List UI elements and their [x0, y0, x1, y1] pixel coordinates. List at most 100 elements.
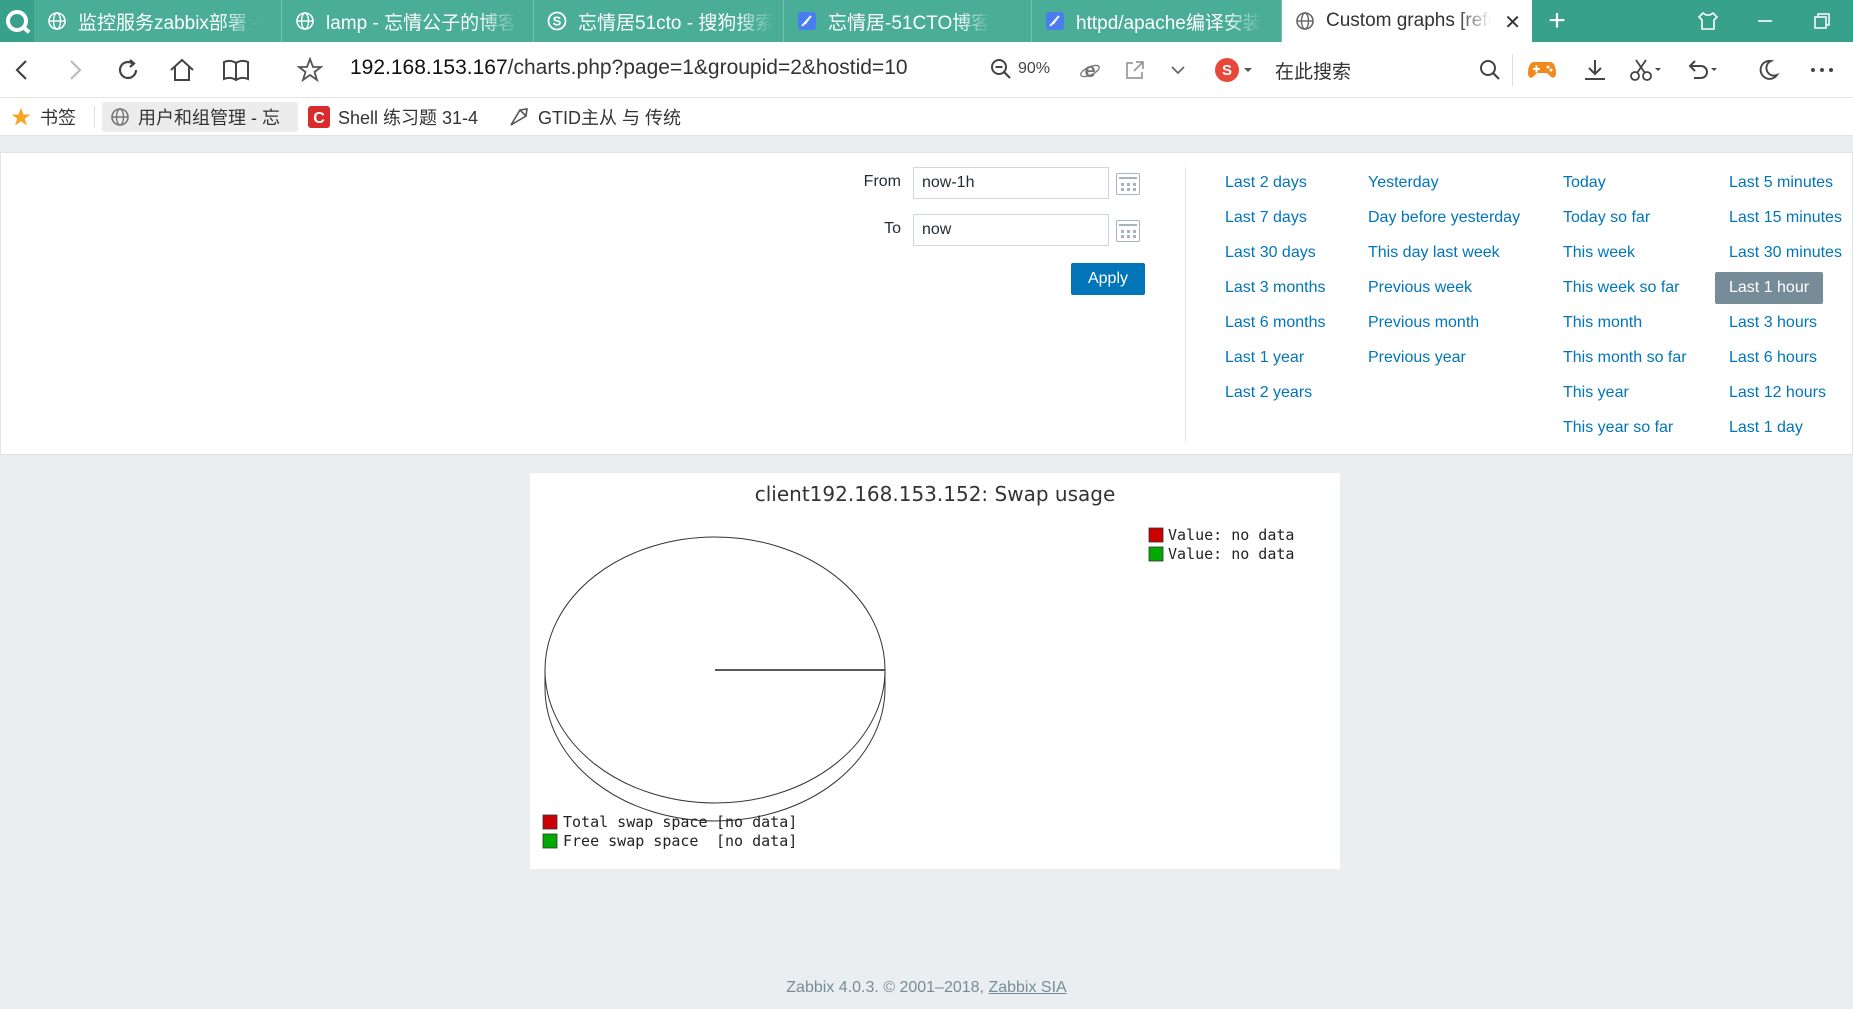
chevron-down-icon	[1244, 68, 1252, 72]
ie-compat-icon[interactable]: e	[1070, 50, 1110, 90]
star-icon	[10, 106, 32, 128]
bookmark-star-icon[interactable]	[290, 50, 330, 90]
quick-range-day-before-yesterday[interactable]: Day before yesterday	[1368, 202, 1520, 234]
quick-range-this-year[interactable]: This year	[1563, 377, 1629, 409]
globe-icon	[294, 10, 316, 32]
quick-range-last-12-hours[interactable]: Last 12 hours	[1729, 377, 1826, 409]
close-tab-icon[interactable]: ✕	[1504, 10, 1521, 35]
quick-range-this-month[interactable]: This month	[1563, 307, 1642, 339]
legend-top-swatch-1	[1148, 527, 1164, 543]
to-input[interactable]	[913, 214, 1109, 246]
scissors-icon[interactable]	[1626, 50, 1666, 90]
calendar-icon[interactable]	[1116, 220, 1140, 242]
browser-tab-bar: 监控服务zabbix部署 - lamp - 忘情公子的博客 S 忘情居51cto…	[0, 0, 1853, 42]
sogou-icon: S	[546, 10, 568, 32]
chevron-down-icon[interactable]	[1158, 50, 1198, 90]
night-mode-icon[interactable]	[1748, 50, 1788, 90]
quick-range-last-1-day[interactable]: Last 1 day	[1729, 412, 1803, 444]
legend-top-swatch-2	[1148, 546, 1164, 562]
from-input[interactable]	[913, 167, 1109, 199]
quick-range-this-year-so-far[interactable]: This year so far	[1563, 412, 1673, 444]
browser-logo-icon[interactable]	[0, 0, 34, 42]
pie-chart: client192.168.153.152: Swap usage Value:…	[542, 482, 1294, 850]
zabbix-page: From To Apply Last 2 daysLast 7 daysLast…	[0, 137, 1853, 1009]
bookmark-label: 用户和组管理 - 忘	[138, 108, 280, 128]
calendar-icon[interactable]	[1116, 173, 1140, 195]
restore-icon[interactable]	[1797, 0, 1847, 42]
quick-range-last-30-minutes[interactable]: Last 30 minutes	[1729, 237, 1842, 269]
quick-range-last-7-days[interactable]: Last 7 days	[1225, 202, 1307, 234]
quick-range-last-2-years[interactable]: Last 2 years	[1225, 377, 1312, 409]
footer-text: Zabbix 4.0.3. © 2001–2018,	[786, 979, 989, 996]
new-tab-label: +	[1548, 4, 1566, 37]
search-placeholder: 在此搜索	[1275, 61, 1352, 83]
quick-range-this-month-so-far[interactable]: This month so far	[1563, 342, 1687, 374]
home-icon[interactable]	[162, 50, 202, 90]
zabbix-sia-link[interactable]: Zabbix SIA	[988, 979, 1066, 996]
quick-range-this-week-so-far[interactable]: This week so far	[1563, 272, 1679, 304]
to-label: To	[884, 220, 901, 237]
quick-range-last-3-months[interactable]: Last 3 months	[1225, 272, 1326, 304]
tab-label: lamp - 忘情公子的博客	[326, 12, 518, 34]
game-controller-icon[interactable]	[1522, 50, 1562, 90]
bookmark-gtid[interactable]: GTID主从 与 传统	[500, 102, 690, 132]
zoom-indicator[interactable]: 90%	[990, 58, 1050, 80]
legend-free-swap-name: Free swap space	[563, 832, 698, 850]
svg-text:C: C	[313, 110, 325, 127]
quick-range-last-3-hours[interactable]: Last 3 hours	[1729, 307, 1817, 339]
from-label: From	[863, 173, 901, 190]
bookmark-divider	[94, 106, 95, 128]
tab-sogou-search[interactable]: S 忘情居51cto - 搜狗搜索	[534, 0, 784, 42]
search-icon[interactable]	[1470, 50, 1510, 90]
download-icon[interactable]	[1575, 50, 1615, 90]
quick-range-today-so-far[interactable]: Today so far	[1563, 202, 1650, 234]
bookmark-shell[interactable]: C Shell 练习题 31-4	[300, 102, 490, 132]
minimize-icon[interactable]	[1740, 0, 1790, 42]
apply-button[interactable]: Apply	[1071, 263, 1145, 295]
tab-label: 忘情居-51CTO博客	[828, 12, 991, 34]
tab-zabbix-deploy[interactable]: 监控服务zabbix部署 -	[34, 0, 282, 42]
url-input[interactable]: 192.168.153.167/charts.php?page=1&groupi…	[350, 56, 960, 84]
skin-icon[interactable]	[1683, 0, 1733, 42]
footer: Zabbix 4.0.3. © 2001–2018, Zabbix SIA	[0, 979, 1853, 997]
back-icon[interactable]	[2, 50, 42, 90]
globe-icon	[46, 10, 68, 32]
toolbar-divider	[1512, 54, 1513, 86]
quick-range-last-1-hour[interactable]: Last 1 hour	[1715, 272, 1824, 304]
tab-51cto-blog[interactable]: 忘情居-51CTO博客	[784, 0, 1032, 42]
quill-icon	[508, 106, 530, 128]
tab-label: 忘情居51cto - 搜狗搜索	[578, 12, 775, 34]
quick-range-last-15-minutes[interactable]: Last 15 minutes	[1729, 202, 1842, 234]
csdn-icon: C	[308, 106, 330, 128]
new-tab-button[interactable]: +	[1532, 0, 1582, 42]
quick-range-previous-month[interactable]: Previous month	[1368, 307, 1479, 339]
sogou-icon: S	[1215, 58, 1239, 82]
legend-top-label-2: Value: no data	[1168, 545, 1294, 563]
refresh-icon[interactable]	[108, 50, 148, 90]
forward-icon[interactable]	[55, 50, 95, 90]
quick-range-last-6-months[interactable]: Last 6 months	[1225, 307, 1326, 339]
quick-range-last-1-year[interactable]: Last 1 year	[1225, 342, 1304, 374]
more-menu-icon[interactable]	[1802, 50, 1842, 90]
bookmark-label: Shell 练习题 31-4	[338, 108, 479, 128]
quick-range-previous-year[interactable]: Previous year	[1368, 342, 1466, 374]
quick-range-this-week[interactable]: This week	[1563, 237, 1635, 269]
bookmark-folder[interactable]: 书签	[2, 102, 92, 132]
quick-range-last-6-hours[interactable]: Last 6 hours	[1729, 342, 1817, 374]
tab-httpd-apache[interactable]: httpd/apache编译安装	[1032, 0, 1282, 42]
quick-range-yesterday[interactable]: Yesterday	[1368, 167, 1439, 199]
bookmark-user-group[interactable]: 用户和组管理 - 忘	[102, 102, 298, 132]
quick-range-last-30-days[interactable]: Last 30 days	[1225, 237, 1316, 269]
quick-range-today[interactable]: Today	[1563, 167, 1606, 199]
reading-mode-icon[interactable]	[216, 50, 256, 90]
share-icon[interactable]	[1115, 50, 1155, 90]
tab-lamp[interactable]: lamp - 忘情公子的博客	[282, 0, 534, 42]
quick-range-previous-week[interactable]: Previous week	[1368, 272, 1472, 304]
legend-free-swap-value: [no data]	[716, 832, 797, 850]
tab-custom-graphs[interactable]: Custom graphs [refreshed ✕	[1282, 0, 1532, 42]
quick-range-this-day-last-week[interactable]: This day last week	[1368, 237, 1500, 269]
quick-range-last-5-minutes[interactable]: Last 5 minutes	[1729, 167, 1833, 199]
globe-icon	[1294, 10, 1316, 32]
quick-range-last-2-days[interactable]: Last 2 days	[1225, 167, 1307, 199]
undo-icon[interactable]	[1683, 50, 1723, 90]
